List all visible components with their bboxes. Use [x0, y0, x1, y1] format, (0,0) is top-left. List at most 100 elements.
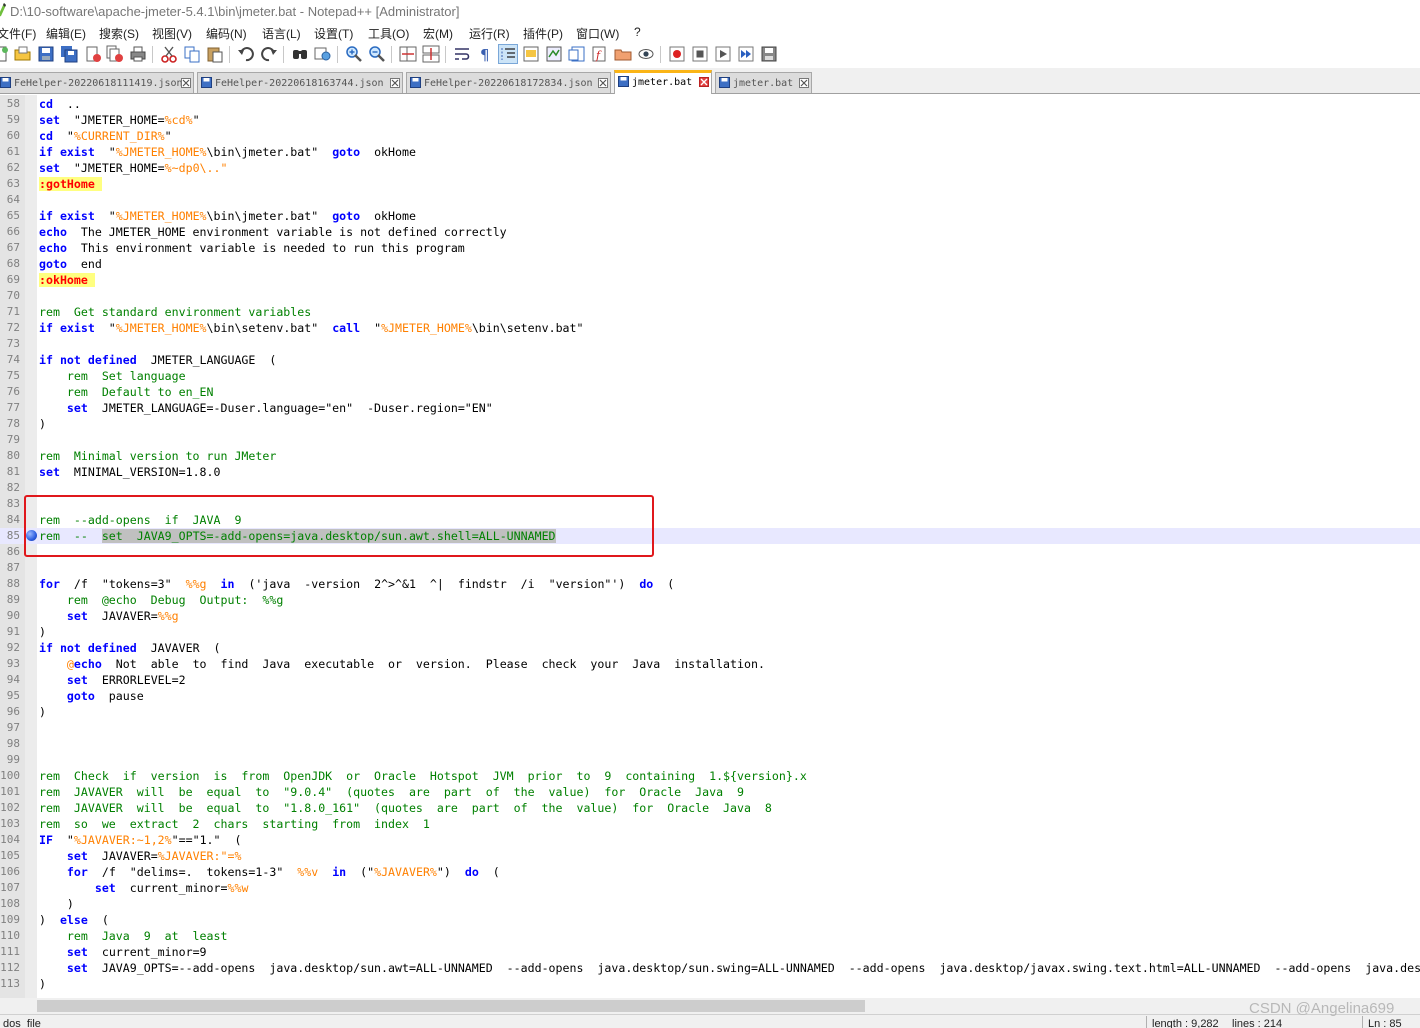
- play-macro-icon[interactable]: [714, 45, 732, 63]
- menu-encoding[interactable]: 编码(N): [206, 25, 247, 42]
- menu-language[interactable]: 语言(L): [262, 25, 301, 42]
- monitoring-icon[interactable]: [614, 45, 632, 63]
- new-file-icon[interactable]: [0, 45, 10, 63]
- code-line[interactable]: 64: [0, 192, 1420, 208]
- close-icon[interactable]: [84, 45, 102, 63]
- code-line[interactable]: 79: [0, 432, 1420, 448]
- code-line[interactable]: 93 @echo Not able to find Java executabl…: [0, 656, 1420, 672]
- code-line[interactable]: 73: [0, 336, 1420, 352]
- code-line[interactable]: 88 for /f "tokens=3" %%g in ('java -versi…: [0, 576, 1420, 592]
- code-line[interactable]: 82: [0, 480, 1420, 496]
- code-line[interactable]: 67 echo This environment variable is need…: [0, 240, 1420, 256]
- code-line[interactable]: 92 if not defined JAVAVER (: [0, 640, 1420, 656]
- menu-help[interactable]: ?: [634, 25, 641, 39]
- sync-vertical-icon[interactable]: [399, 45, 417, 63]
- redo-icon[interactable]: [260, 45, 278, 63]
- code-line[interactable]: 65 if exist "%JMETER_HOME%\bin\jmeter.bat…: [0, 208, 1420, 224]
- save-icon[interactable]: [37, 45, 55, 63]
- menu-macro[interactable]: 宏(M): [423, 25, 453, 42]
- code-line[interactable]: 113): [0, 976, 1420, 992]
- menu-tools[interactable]: 工具(O): [368, 25, 409, 42]
- horizontal-scrollbar[interactable]: [0, 998, 1420, 1014]
- code-line[interactable]: 90 set JAVAVER=%%g: [0, 608, 1420, 624]
- code-line[interactable]: 69:okHome: [0, 272, 1420, 288]
- code-line[interactable]: 59 set "JMETER_HOME=%cd%": [0, 112, 1420, 128]
- menu-run[interactable]: 运行(R): [469, 25, 510, 42]
- tab-jmeter-bat-active[interactable]: jmeter.bat: [614, 70, 712, 94]
- zoom-out-icon[interactable]: [368, 45, 386, 63]
- menu-search[interactable]: 搜索(S): [99, 25, 139, 42]
- menu-view[interactable]: 视图(V): [152, 25, 192, 42]
- code-line[interactable]: 78): [0, 416, 1420, 432]
- eye-icon[interactable]: [637, 45, 655, 63]
- code-line[interactable]: 109) else (: [0, 912, 1420, 928]
- sync-horizontal-icon[interactable]: [422, 45, 440, 63]
- menu-edit[interactable]: 编辑(E): [46, 25, 86, 42]
- code-line[interactable]: 76 rem Default to en_EN: [0, 384, 1420, 400]
- code-line[interactable]: 102 rem JAVAVER will be equal to "1.8.0_1…: [0, 800, 1420, 816]
- tab-close-icon[interactable]: [390, 78, 400, 88]
- code-line[interactable]: 112 set JAVA9_OPTS=--add-opens java.desk…: [0, 960, 1420, 976]
- word-wrap-icon[interactable]: [453, 45, 471, 63]
- menu-window[interactable]: 窗口(W): [576, 25, 619, 42]
- save-macro-icon[interactable]: [760, 45, 778, 63]
- code-line[interactable]: 105 set JAVAVER=%JAVAVER:"=%: [0, 848, 1420, 864]
- code-line[interactable]: 96): [0, 704, 1420, 720]
- code-line[interactable]: 108 ): [0, 896, 1420, 912]
- code-line[interactable]: 89 rem @echo Debug Output: %%g: [0, 592, 1420, 608]
- code-line[interactable]: 101 rem JAVAVER will be equal to "9.0.4" …: [0, 784, 1420, 800]
- code-line[interactable]: 87: [0, 560, 1420, 576]
- code-line[interactable]: 75 rem Set language: [0, 368, 1420, 384]
- function-list-icon[interactable]: [568, 45, 586, 63]
- code-line[interactable]: 68 goto end: [0, 256, 1420, 272]
- copy-icon[interactable]: [183, 45, 201, 63]
- code-line[interactable]: 80 rem Minimal version to run JMeter: [0, 448, 1420, 464]
- code-line[interactable]: 97: [0, 720, 1420, 736]
- menu-settings[interactable]: 设置(T): [314, 25, 353, 42]
- tab-close-icon[interactable]: [181, 78, 191, 88]
- code-line[interactable]: 71 rem Get standard environment variables: [0, 304, 1420, 320]
- code-line[interactable]: 94 set ERRORLEVEL=2: [0, 672, 1420, 688]
- code-line[interactable]: 66 echo The JMETER_HOME environment varia…: [0, 224, 1420, 240]
- code-line[interactable]: 98: [0, 736, 1420, 752]
- tab-fehelper-20220618172834[interactable]: FeHelper-20220618172834.json: [406, 72, 611, 93]
- tab-fehelper-20220618163744[interactable]: FeHelper-20220618163744.json: [197, 72, 403, 93]
- code-line[interactable]: 62 set "JMETER_HOME=%~dp0\..": [0, 160, 1420, 176]
- print-icon[interactable]: [129, 45, 147, 63]
- open-file-icon[interactable]: [14, 45, 32, 63]
- close-all-icon[interactable]: [106, 45, 124, 63]
- replace-icon[interactable]: [314, 45, 332, 63]
- cut-icon[interactable]: [160, 45, 178, 63]
- scrollbar-thumb[interactable]: [37, 1000, 865, 1012]
- code-line[interactable]: 63:gotHome: [0, 176, 1420, 192]
- show-all-characters-icon[interactable]: ¶: [476, 45, 494, 63]
- folder-as-workspace-icon[interactable]: f: [591, 45, 609, 63]
- code-line[interactable]: 72 if exist "%JMETER_HOME%\bin\setenv.bat…: [0, 320, 1420, 336]
- save-all-icon[interactable]: [60, 45, 78, 63]
- tab-close-icon[interactable]: [799, 78, 809, 88]
- code-line[interactable]: 70: [0, 288, 1420, 304]
- code-line[interactable]: 81 set MINIMAL_VERSION=1.8.0: [0, 464, 1420, 480]
- menu-file[interactable]: 文件(F): [0, 25, 36, 42]
- code-line[interactable]: 110 rem Java 9 at least: [0, 928, 1420, 944]
- document-map-icon[interactable]: [545, 45, 563, 63]
- stop-record-icon[interactable]: [691, 45, 709, 63]
- code-line[interactable]: 104 IF "%JAVAVER:~1,2%"=="1." (: [0, 832, 1420, 848]
- code-line[interactable]: 103 rem so we extract 2 chars starting fr…: [0, 816, 1420, 832]
- tab-close-icon[interactable]: [699, 77, 709, 87]
- user-language-icon[interactable]: [522, 45, 540, 63]
- tab-close-icon[interactable]: [598, 78, 608, 88]
- paste-icon[interactable]: [206, 45, 224, 63]
- code-line[interactable]: 100 rem Check if version is from OpenJDK …: [0, 768, 1420, 784]
- code-line[interactable]: 60 cd "%CURRENT_DIR%": [0, 128, 1420, 144]
- indent-guide-icon[interactable]: [498, 44, 518, 64]
- code-line[interactable]: 95 goto pause: [0, 688, 1420, 704]
- code-line[interactable]: 91): [0, 624, 1420, 640]
- tab-fehelper-20220618111419[interactable]: FeHelper-20220618111419.json: [0, 72, 194, 93]
- record-macro-icon[interactable]: [668, 45, 686, 63]
- code-line[interactable]: 99: [0, 752, 1420, 768]
- zoom-in-icon[interactable]: [345, 45, 363, 63]
- code-line[interactable]: 61 if exist "%JMETER_HOME%\bin\jmeter.bat…: [0, 144, 1420, 160]
- run-macro-multiple-icon[interactable]: [737, 45, 755, 63]
- code-editor[interactable]: 58 cd .. 59 set "JMETER_HOME=%cd%" 60 cd "%CU…: [0, 95, 1420, 998]
